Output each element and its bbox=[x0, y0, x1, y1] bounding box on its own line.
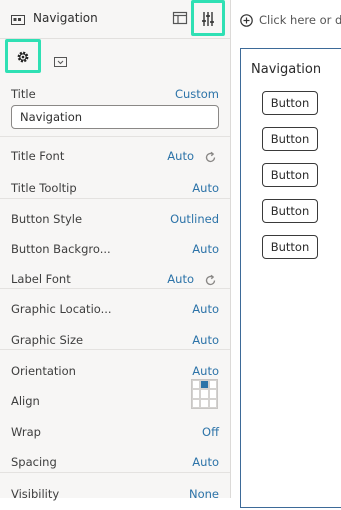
prop-title-value[interactable]: Custom bbox=[175, 87, 219, 101]
align-cell[interactable] bbox=[192, 380, 201, 390]
layout-toggle-icon[interactable] bbox=[172, 10, 190, 28]
prop-button-style-value[interactable]: Outlined bbox=[170, 212, 219, 226]
prop-spacing: Spacing Auto bbox=[0, 447, 230, 478]
reset-icon[interactable] bbox=[204, 149, 217, 168]
align-cell[interactable] bbox=[200, 398, 209, 408]
prop-button-style: Button Style Outlined bbox=[0, 204, 230, 235]
gear-icon bbox=[17, 51, 29, 63]
prop-orientation-value[interactable]: Auto bbox=[192, 364, 219, 378]
sliders-icon bbox=[202, 12, 214, 26]
divider bbox=[0, 472, 230, 473]
prop-graphic-location-value[interactable]: Auto bbox=[192, 302, 219, 316]
general-settings-tab[interactable] bbox=[5, 39, 41, 73]
prop-spacing-value[interactable]: Auto bbox=[192, 455, 219, 469]
divider bbox=[0, 288, 230, 289]
prop-title-label: Title bbox=[11, 87, 36, 101]
prop-visibility: Visibility None bbox=[0, 479, 230, 510]
prop-visibility-label: Visibility bbox=[11, 487, 60, 501]
prop-title-font-value[interactable]: Auto bbox=[167, 149, 194, 163]
title-input[interactable] bbox=[20, 110, 210, 124]
navigation-component-icon bbox=[11, 11, 25, 30]
align-cell[interactable] bbox=[192, 389, 201, 399]
align-cell-selected[interactable] bbox=[200, 380, 209, 390]
prop-button-style-label: Button Style bbox=[11, 212, 83, 226]
prop-button-background-value[interactable]: Auto bbox=[192, 242, 219, 256]
prop-label-font-label: Label Font bbox=[11, 272, 71, 286]
prop-orientation-label: Orientation bbox=[11, 364, 76, 378]
nav-button[interactable]: Button bbox=[262, 163, 318, 187]
align-cell[interactable] bbox=[208, 389, 217, 399]
canvas-toolbar[interactable]: Click here or dr bbox=[231, 0, 341, 38]
prop-graphic-size: Graphic Size Auto bbox=[0, 325, 230, 356]
prop-visibility-value[interactable]: None bbox=[189, 487, 219, 501]
properties-sliders-button[interactable] bbox=[191, 0, 225, 36]
align-cell[interactable] bbox=[192, 398, 201, 408]
prop-wrap: Wrap Off bbox=[0, 417, 230, 448]
panel-title: Navigation bbox=[33, 11, 98, 25]
prop-button-background-label: Button Backgro... bbox=[11, 242, 111, 256]
align-cell[interactable] bbox=[208, 380, 217, 390]
prop-spacing-label: Spacing bbox=[11, 455, 57, 469]
prop-label-font-value[interactable]: Auto bbox=[167, 272, 194, 286]
prop-title-tooltip-label: Title Tooltip bbox=[11, 181, 77, 195]
canvas-add-hint[interactable]: Click here or dr bbox=[259, 13, 341, 27]
action-tab-icon[interactable] bbox=[54, 53, 68, 72]
align-cell[interactable] bbox=[208, 398, 217, 408]
divider bbox=[0, 136, 230, 137]
nav-button[interactable]: Button bbox=[262, 127, 318, 151]
nav-button[interactable]: Button bbox=[262, 91, 318, 115]
align-cell[interactable] bbox=[200, 389, 209, 399]
prop-title-tooltip-value[interactable]: Auto bbox=[192, 181, 219, 195]
prop-graphic-size-value[interactable]: Auto bbox=[192, 333, 219, 347]
prop-label-font: Label Font Auto bbox=[0, 264, 230, 295]
add-circle-icon[interactable] bbox=[240, 12, 253, 31]
prop-wrap-value[interactable]: Off bbox=[202, 425, 219, 439]
canvas-navigation-title: Navigation bbox=[251, 62, 322, 77]
navigation-canvas[interactable] bbox=[240, 48, 341, 508]
prop-align-label: Align bbox=[11, 394, 40, 408]
nav-button[interactable]: Button bbox=[262, 199, 318, 223]
prop-title-font-label: Title Font bbox=[11, 149, 65, 163]
prop-button-background: Button Backgro... Auto bbox=[0, 234, 230, 265]
prop-graphic-location: Graphic Locatio... Auto bbox=[0, 294, 230, 325]
prop-title-font: Title Font Auto bbox=[0, 141, 230, 172]
prop-title-tooltip: Title Tooltip Auto bbox=[0, 173, 230, 204]
title-field[interactable] bbox=[11, 105, 219, 129]
prop-wrap-label: Wrap bbox=[11, 425, 41, 439]
divider bbox=[0, 198, 230, 199]
panel-header: Navigation bbox=[0, 0, 230, 39]
align-picker[interactable] bbox=[191, 379, 218, 409]
prop-graphic-size-label: Graphic Size bbox=[11, 333, 84, 347]
divider bbox=[0, 349, 230, 350]
prop-graphic-location-label: Graphic Locatio... bbox=[11, 302, 112, 316]
nav-button[interactable]: Button bbox=[262, 235, 318, 259]
